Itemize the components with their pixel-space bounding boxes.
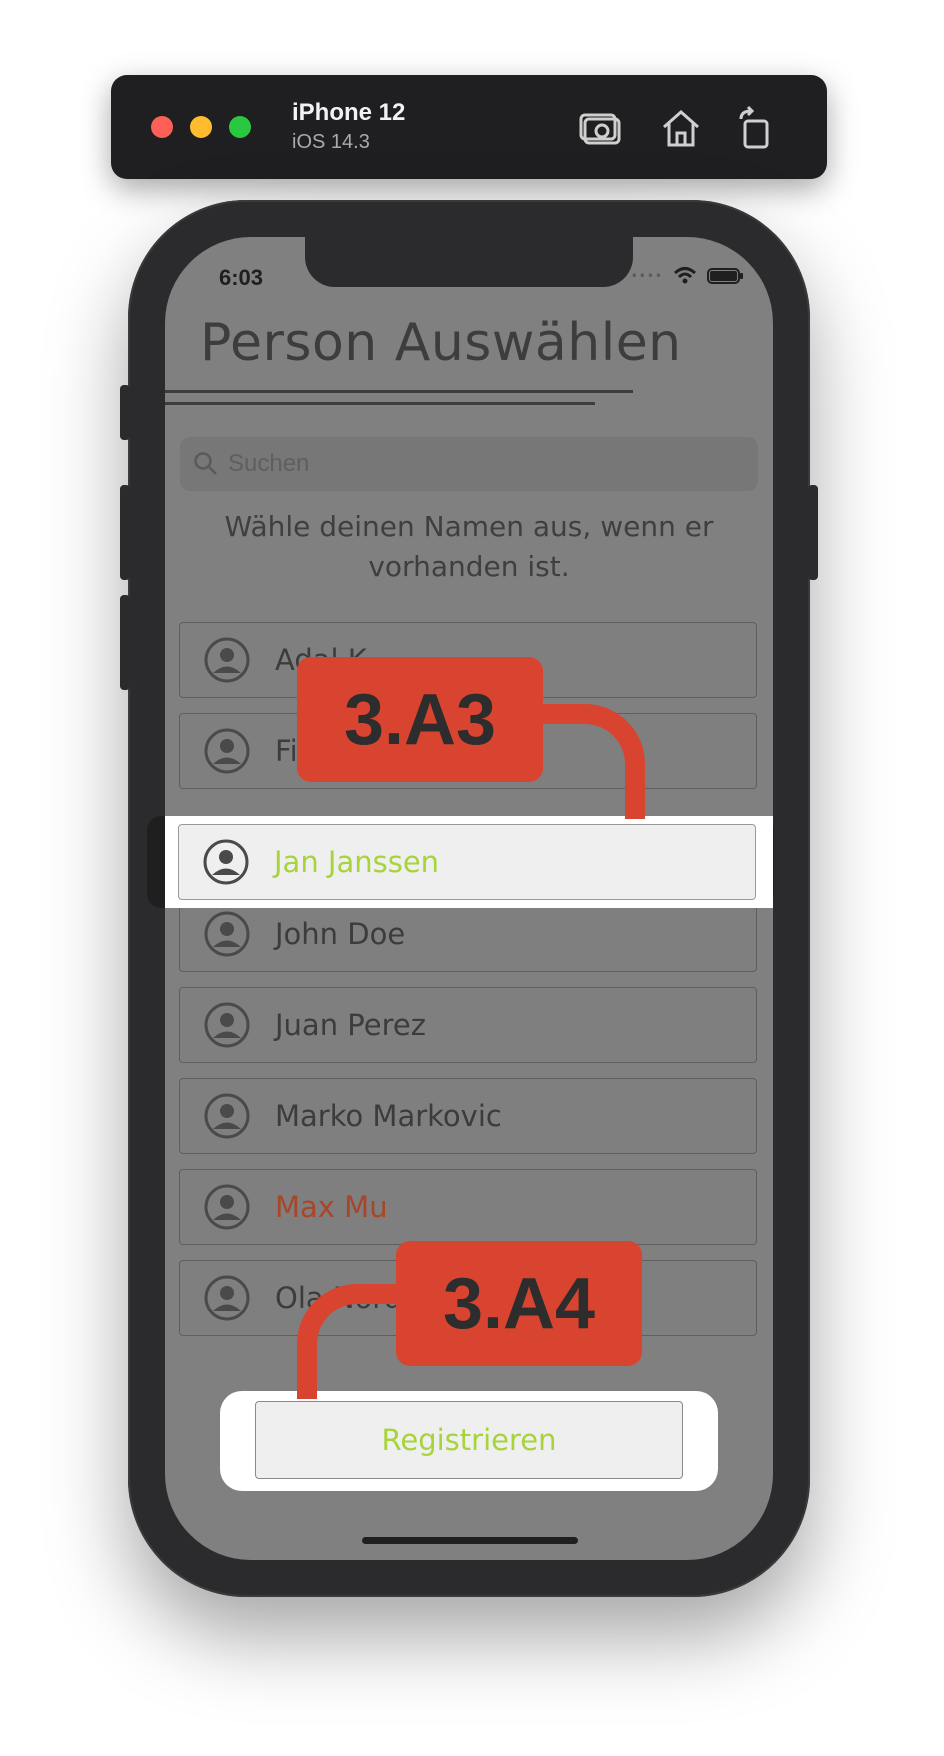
- power-button: [808, 485, 818, 580]
- rotate-icon[interactable]: [731, 105, 777, 151]
- person-name: Jan Janssen: [274, 845, 440, 879]
- volume-down-button: [120, 595, 130, 690]
- instruction-text: Wähle deinen Namen aus, wenn er vorhande…: [224, 510, 714, 583]
- search-icon: [194, 452, 217, 475]
- screenshot-icon[interactable]: [579, 105, 625, 151]
- wifi-icon: [673, 267, 697, 284]
- callout-3a4: 3.A4: [396, 1241, 642, 1366]
- simulator-titlebar: iPhone 12 iOS 14.3: [111, 75, 827, 179]
- list-item[interactable]: Max Mu: [179, 1169, 757, 1245]
- search-input[interactable]: [220, 436, 758, 492]
- register-highlight: Registrieren: [220, 1391, 718, 1491]
- zoom-window-button[interactable]: [229, 116, 251, 138]
- list-item[interactable]: Marko Markovic: [179, 1078, 757, 1154]
- battery-icon: [707, 268, 743, 284]
- person-icon: [204, 911, 250, 957]
- person-icon: [204, 1093, 250, 1139]
- os-version: iOS 14.3: [292, 131, 370, 153]
- register-button[interactable]: Registrieren: [255, 1401, 683, 1479]
- signal-icon: ••••: [630, 269, 663, 283]
- title-underline: [165, 402, 595, 405]
- person-icon: [204, 728, 250, 774]
- device-name: iPhone 12: [292, 99, 406, 126]
- status-icons: ••••: [631, 264, 745, 288]
- person-name: John Doe: [275, 917, 406, 951]
- person-icon: [204, 637, 250, 683]
- home-icon[interactable]: [658, 105, 704, 151]
- person-icon: [204, 1275, 250, 1321]
- home-indicator: [362, 1537, 578, 1544]
- volume-up-button: [120, 485, 130, 580]
- minimize-window-button[interactable]: [190, 116, 212, 138]
- list-item[interactable]: Juan Perez: [179, 987, 757, 1063]
- search-bar[interactable]: [180, 436, 758, 492]
- title-underline: [165, 390, 633, 393]
- person-name: Juan Perez: [275, 1008, 426, 1042]
- person-name: Max Mu: [275, 1190, 388, 1224]
- person-name: Marko Markovic: [275, 1099, 502, 1133]
- person-name: Fi: [275, 734, 298, 768]
- list-item-selected[interactable]: Jan Janssen: [178, 824, 756, 900]
- mute-switch: [120, 385, 130, 440]
- notch: [305, 237, 633, 287]
- status-time: 6:03: [219, 265, 264, 290]
- person-icon: [204, 1002, 250, 1048]
- callout-3a3: 3.A3: [297, 657, 543, 782]
- close-window-button[interactable]: [151, 116, 173, 138]
- person-icon: [203, 839, 249, 885]
- page-title: Person Auswählen: [200, 313, 682, 373]
- person-icon: [204, 1184, 250, 1230]
